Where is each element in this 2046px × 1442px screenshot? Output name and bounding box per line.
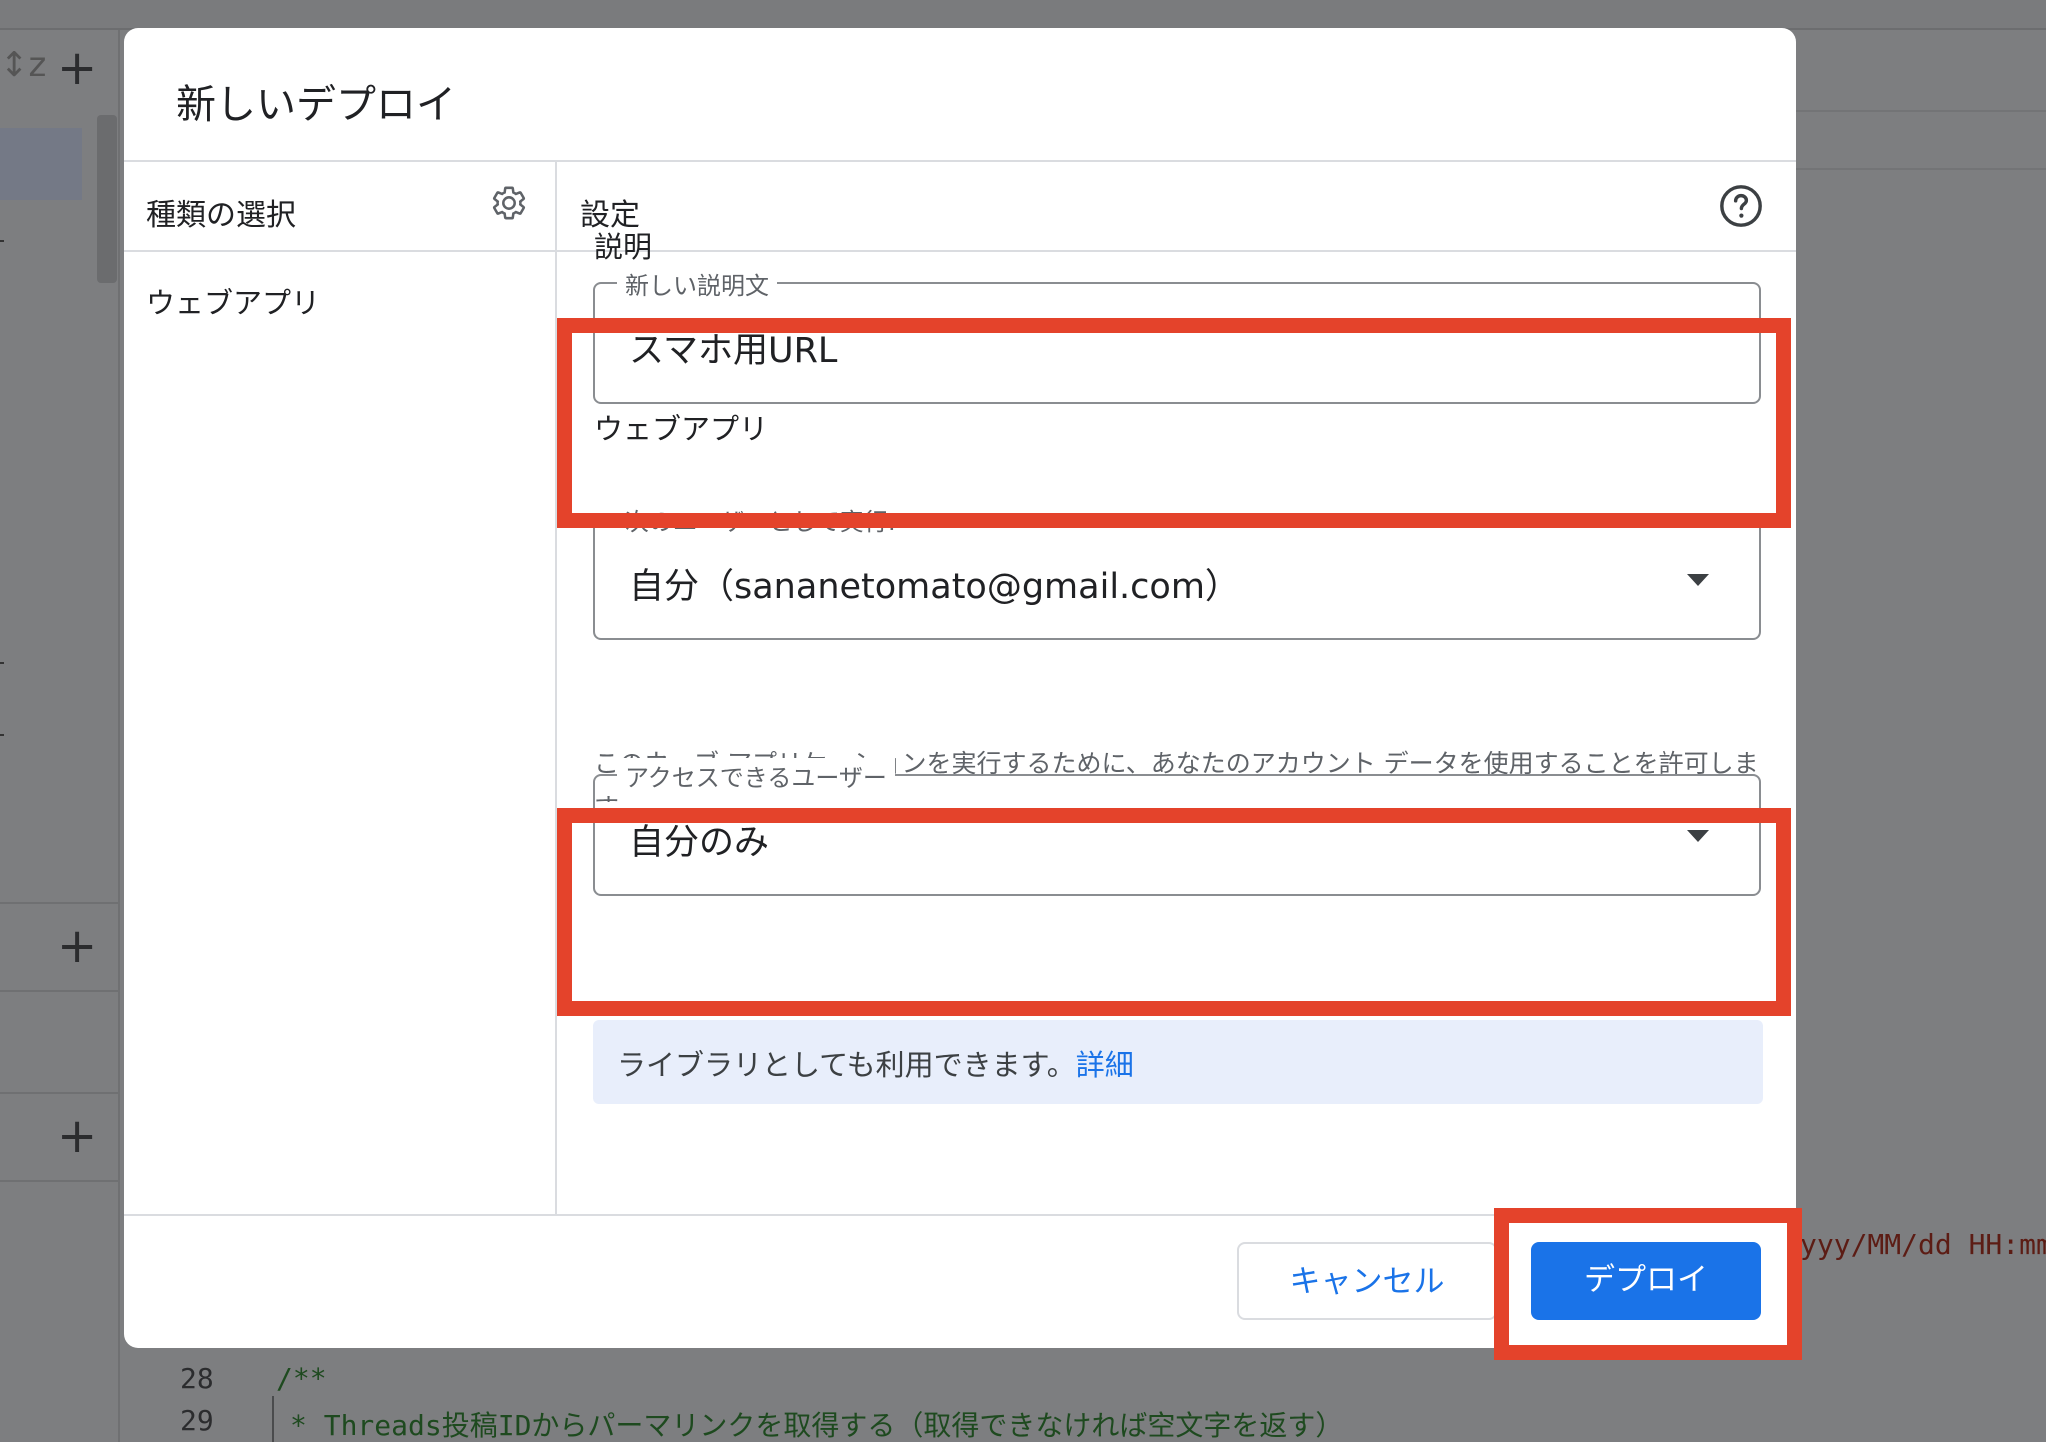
type-item-webapp[interactable]: ウェブアプリ xyxy=(146,280,320,322)
line-number: 28 xyxy=(180,1362,214,1395)
highlight-access-field xyxy=(557,808,1791,1016)
side-panel-scrollbar[interactable] xyxy=(97,115,117,283)
add-library-plus-icon[interactable]: + xyxy=(57,922,97,970)
editor-topbar xyxy=(0,0,2046,30)
access-label: アクセスできるユーザー xyxy=(617,758,895,793)
indent-guide xyxy=(272,1396,274,1442)
subheader-divider xyxy=(124,250,1796,252)
type-select-heading: 種類の選択 xyxy=(146,198,296,233)
code-comment-line: * Threads投稿IDからパーマリンクを取得する（取得できなければ空文字を返… xyxy=(290,1409,1344,1442)
description-section-label: 説明 xyxy=(594,230,653,264)
highlight-description-field xyxy=(557,318,1791,528)
panel-divider xyxy=(0,902,120,904)
panel-marker xyxy=(0,662,4,664)
line-number: 29 xyxy=(180,1404,214,1437)
library-info-text: ライブラリとしても利用できます。詳細 xyxy=(617,1042,1134,1084)
description-field-label: 新しい説明文 xyxy=(617,266,777,301)
new-deployment-dialog: 新しいデプロイ 種類の選択 ウェブアプリ 設定 説明 新しい説明文 スマホ用UR… xyxy=(124,28,1796,1348)
code-comment-line: /** xyxy=(276,1362,327,1395)
execute-as-value: 自分（sananetomato@gmail.com） xyxy=(629,567,1240,607)
panel-divider xyxy=(0,1092,120,1094)
library-info-message: ライブラリとしても利用できます。 xyxy=(617,1048,1076,1082)
library-info-banner: ライブラリとしても利用できます。詳細 xyxy=(593,1020,1763,1104)
highlight-deploy-button xyxy=(1494,1208,1802,1360)
panel-divider xyxy=(0,1180,120,1182)
caret-down-icon[interactable] xyxy=(1687,574,1709,586)
panel-marker xyxy=(0,240,4,242)
selected-file-row[interactable] xyxy=(0,128,82,200)
panel-marker xyxy=(0,734,4,736)
execute-as-select[interactable]: 次のユーザーとして実行: 自分（sananetomato@gmail.com） xyxy=(593,502,1761,640)
details-link[interactable]: 詳細 xyxy=(1076,1048,1134,1082)
header-divider xyxy=(124,160,1796,162)
editor-tab-strip xyxy=(1796,110,2046,170)
panel-divider xyxy=(0,990,120,992)
help-circle-icon[interactable] xyxy=(1718,183,1764,229)
sort-az-icon[interactable]: ↕z xyxy=(0,45,46,85)
gear-icon[interactable] xyxy=(490,184,528,222)
add-file-plus-icon[interactable]: + xyxy=(57,44,97,92)
cancel-button[interactable]: キャンセル xyxy=(1237,1242,1497,1320)
dialog-title: 新しいデプロイ xyxy=(176,82,456,128)
code-string-fragment: yyy/MM/dd HH:mm xyxy=(1800,1228,2046,1261)
add-service-plus-icon[interactable]: + xyxy=(57,1112,97,1160)
